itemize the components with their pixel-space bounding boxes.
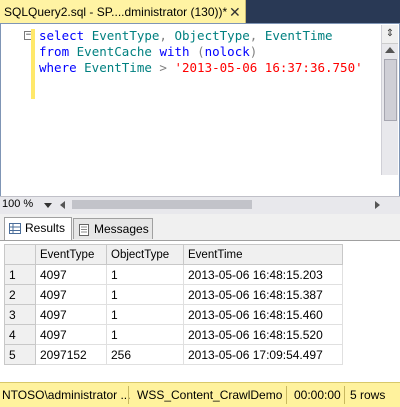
code-token: EventTime: [264, 28, 333, 43]
table-cell[interactable]: 2013-05-06 16:48:15.203: [183, 264, 343, 285]
status-elapsed: 00:00:00: [294, 388, 341, 402]
code-line[interactable]: select EventType, ObjectType, EventTime: [39, 28, 363, 44]
status-database: WSS_Content_CrawlDemo: [137, 388, 283, 402]
messages-icon: [79, 223, 89, 236]
table-cell[interactable]: 4097: [35, 284, 107, 305]
tab-messages[interactable]: Messages: [73, 218, 153, 239]
column-header[interactable]: EventTime: [183, 244, 343, 265]
column-header[interactable]: EventType: [35, 244, 107, 265]
sql-code[interactable]: select EventType, ObjectType, EventTime f…: [39, 28, 363, 76]
tab-messages-label: Messages: [94, 222, 149, 236]
status-separator: [344, 386, 345, 404]
column-header[interactable]: ObjectType: [106, 244, 184, 265]
table-cell[interactable]: 2013-05-06 16:48:15.387: [183, 284, 343, 305]
table-cell[interactable]: 1: [106, 284, 184, 305]
scroll-right-icon[interactable]: [375, 201, 380, 209]
code-token: where: [39, 60, 85, 75]
status-separator: [286, 386, 287, 404]
table-cell[interactable]: 2097152: [35, 344, 107, 365]
changed-lines-marker: [31, 29, 35, 99]
horizontal-scroll-thumb[interactable]: [72, 200, 252, 209]
table-row[interactable]: 2 4097 1 2013-05-06 16:48:15.387: [4, 284, 343, 305]
table-cell[interactable]: 2013-05-06 17:09:54.497: [183, 344, 343, 365]
split-icon[interactable]: ⇕: [382, 25, 398, 44]
query-editor[interactable]: − select EventType, ObjectType, EventTim…: [0, 23, 400, 199]
corner-cell[interactable]: [4, 244, 36, 265]
table-cell[interactable]: 2013-05-06 16:48:15.460: [183, 304, 343, 325]
table-row[interactable]: 5 2097152 256 2013-05-06 17:09:54.497: [4, 344, 343, 365]
results-pane: Results Messages EventType ObjectType Even…: [0, 214, 400, 382]
code-token: nolock: [204, 44, 250, 59]
code-token: (: [197, 44, 205, 59]
grid-icon: [9, 223, 21, 235]
results-tab-bar: Results Messages: [0, 214, 400, 241]
row-number[interactable]: 3: [4, 304, 36, 325]
code-line[interactable]: from EventCache with (nolock): [39, 44, 363, 60]
table-cell[interactable]: 2013-05-06 16:48:15.520: [183, 324, 343, 345]
table-cell[interactable]: 1: [106, 264, 184, 285]
row-number[interactable]: 1: [4, 264, 36, 285]
code-token: select: [39, 28, 92, 43]
table-row[interactable]: 3 4097 1 2013-05-06 16:48:15.460: [4, 304, 343, 325]
zoom-dropdown-icon[interactable]: [44, 203, 52, 208]
table-cell[interactable]: 4097: [35, 304, 107, 325]
table-cell[interactable]: 4097: [35, 324, 107, 345]
row-number[interactable]: 4: [4, 324, 36, 345]
row-number[interactable]: 5: [4, 344, 36, 365]
code-token: >: [159, 60, 175, 75]
results-grid[interactable]: EventType ObjectType EventTime 1 4097 1 2013-…: [4, 244, 343, 365]
editor-vertical-scrollbar[interactable]: ⇕: [381, 25, 398, 175]
scroll-thumb[interactable]: [384, 59, 397, 121]
code-token: EventCache: [76, 44, 160, 59]
zoom-level[interactable]: 100 %: [2, 198, 33, 210]
close-tab-icon[interactable]: ✕: [229, 3, 241, 21]
tab-results-label: Results: [25, 221, 66, 235]
code-token: ): [249, 44, 258, 59]
code-token: from: [39, 44, 77, 59]
code-token: '2013-05-06 16:37:36.750': [174, 60, 363, 75]
code-token: EventType: [91, 28, 160, 43]
status-login: NTOSO\administrator ...: [2, 388, 131, 402]
status-row-count: 5 rows: [350, 388, 386, 402]
row-number[interactable]: 2: [4, 284, 36, 305]
table-row[interactable]: 4 4097 1 2013-05-06 16:48:15.520: [4, 324, 343, 345]
scroll-up-icon[interactable]: [385, 47, 395, 53]
table-cell[interactable]: 4097: [35, 264, 107, 285]
table-row[interactable]: 1 4097 1 2013-05-06 16:48:15.203: [4, 264, 343, 285]
editor-horizontal-bar: 100 %: [0, 196, 400, 214]
code-token: ObjectType: [174, 28, 250, 43]
code-line[interactable]: where EventTime > '2013-05-06 16:37:36.7…: [39, 60, 363, 76]
code-token: with: [159, 44, 198, 59]
table-cell[interactable]: 1: [106, 304, 184, 325]
code-token: ,: [159, 28, 175, 43]
code-token: EventTime: [84, 60, 160, 75]
tab-results[interactable]: Results: [4, 217, 72, 240]
scroll-left-icon[interactable]: [60, 201, 65, 209]
code-token: ,: [249, 28, 265, 43]
status-separator: [128, 386, 129, 404]
table-cell[interactable]: 256: [106, 344, 184, 365]
table-cell[interactable]: 1: [106, 324, 184, 345]
document-tab-title: SQLQuery2.sql - SP....dministrator (130)…: [4, 5, 228, 19]
status-bar: NTOSO\administrator ... WSS_Content_Craw…: [0, 382, 400, 407]
